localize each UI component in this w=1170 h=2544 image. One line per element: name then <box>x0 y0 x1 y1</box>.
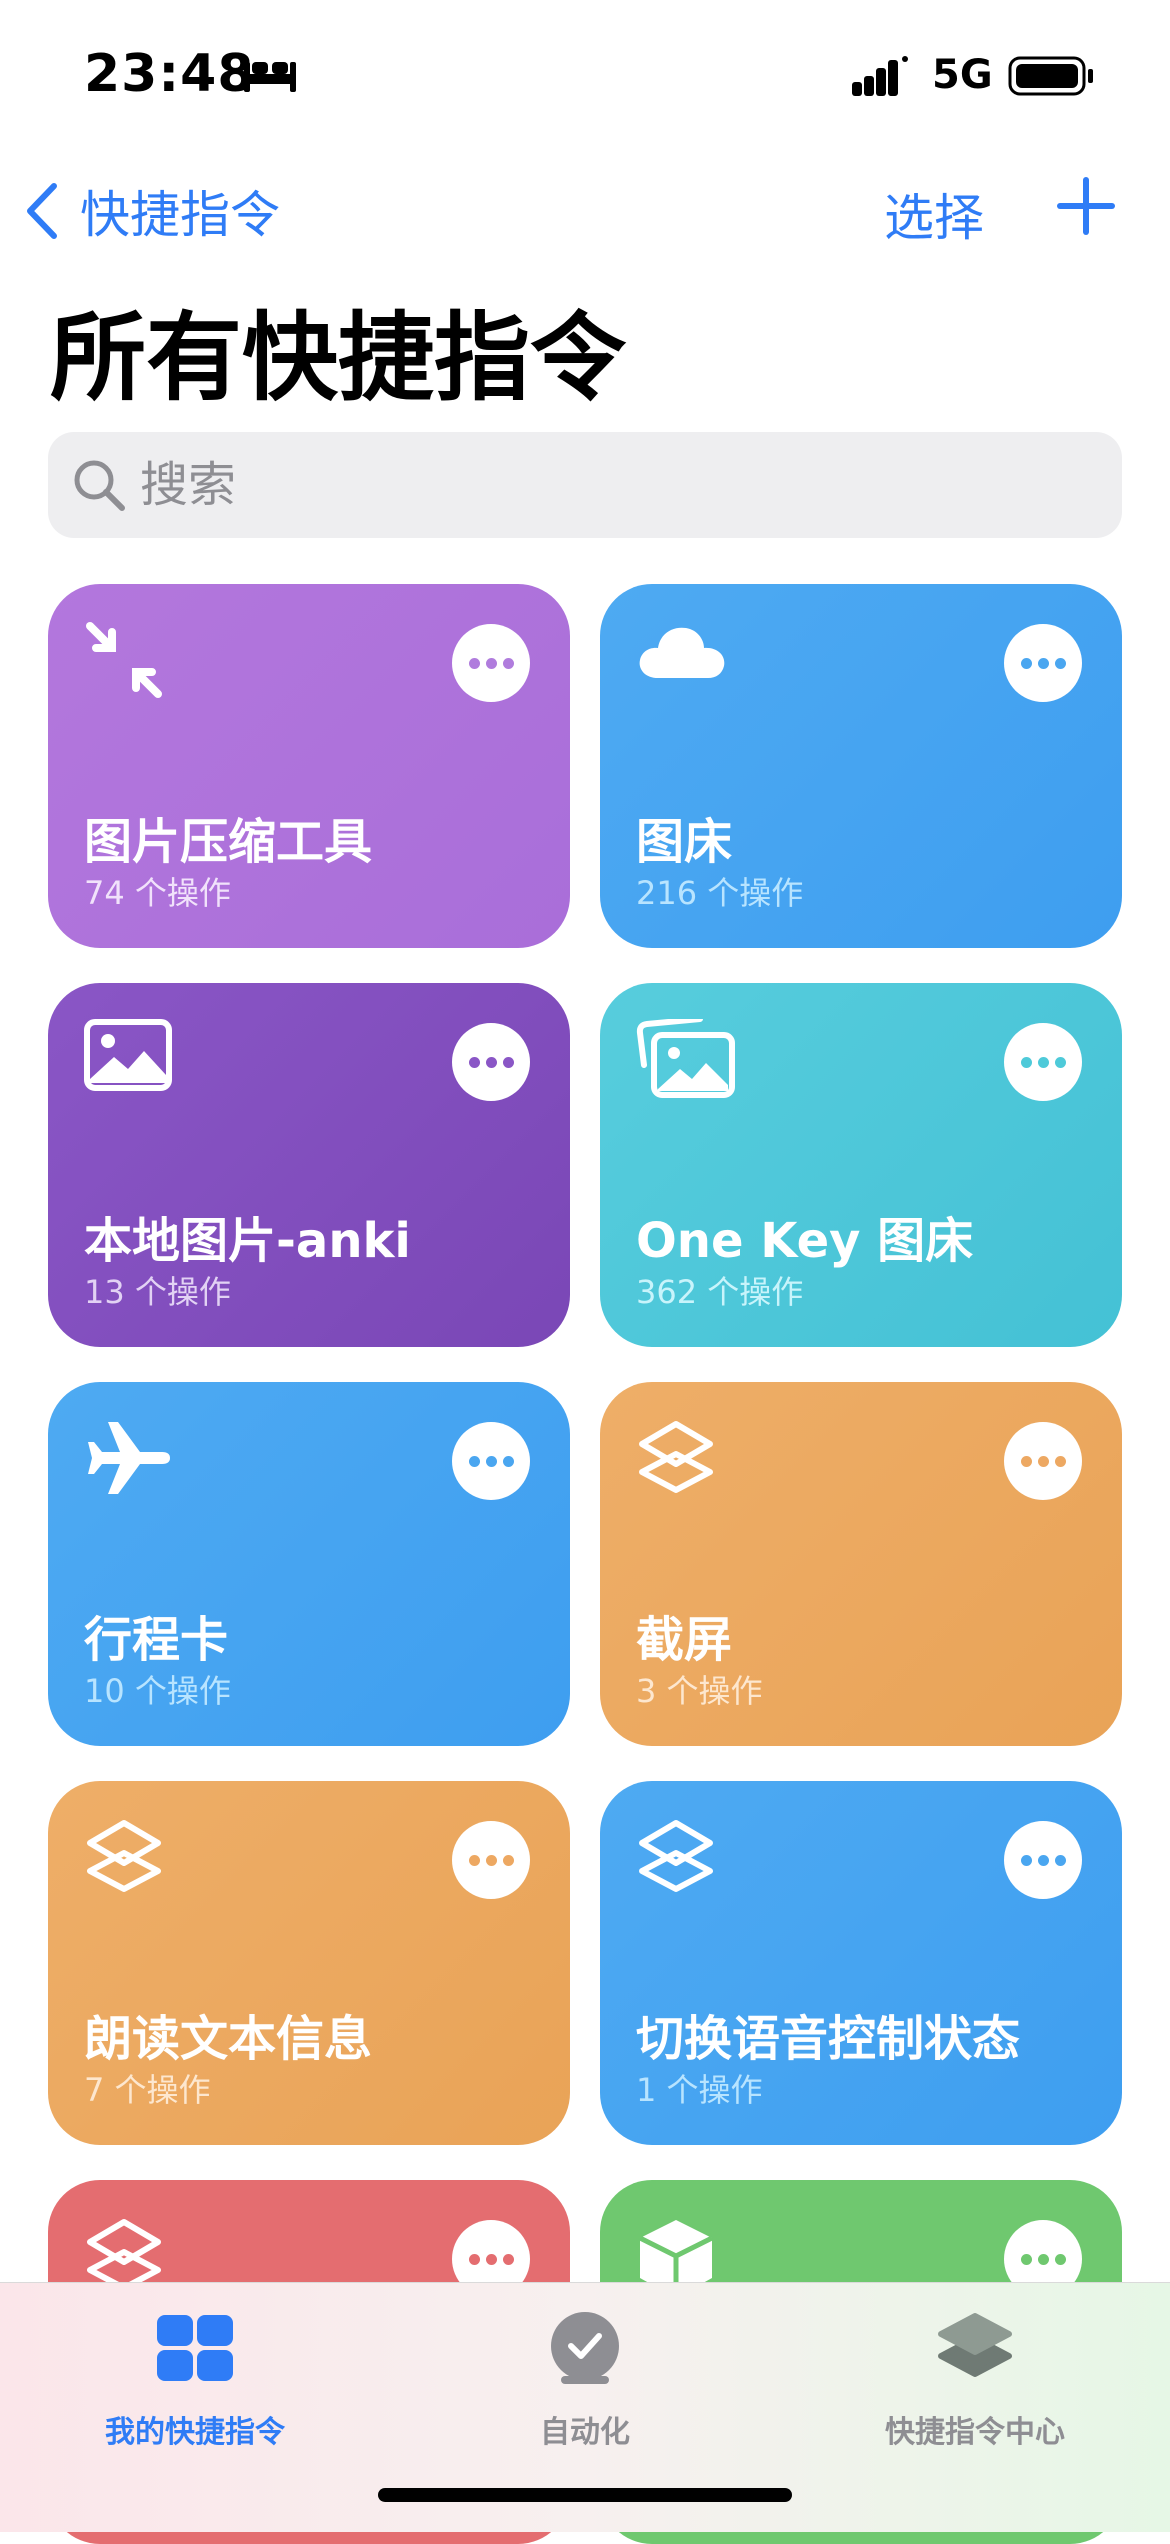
more-options-button[interactable] <box>452 1821 530 1899</box>
shortcut-title: 行程卡 <box>84 1612 229 1668</box>
shortcut-action-count: 362 个操作 <box>636 1273 804 1311</box>
shortcut-action-count: 7 个操作 <box>84 2071 211 2109</box>
status-bar: 23:48 5G <box>0 0 1170 150</box>
airplane-icon <box>84 1418 174 1502</box>
navigation-bar: 快捷指令 选择 <box>0 160 1170 250</box>
layers-icon <box>636 1817 716 1907</box>
shortcut-action-count: 3 个操作 <box>636 1672 763 1710</box>
more-options-button[interactable] <box>452 624 530 702</box>
tab-automation[interactable]: 自动化 <box>390 2303 780 2473</box>
layers-icon <box>938 2313 1012 2377</box>
shortcut-card[interactable]: 截屏 3 个操作 <box>600 1382 1122 1746</box>
shortcut-action-count: 74 个操作 <box>84 874 231 912</box>
status-time: 23:48 <box>84 44 255 104</box>
back-button[interactable]: 快捷指令 <box>24 176 280 246</box>
layers-icon <box>636 1418 716 1508</box>
home-indicator <box>378 2488 792 2502</box>
shortcut-title: 图片压缩工具 <box>84 814 373 870</box>
shortcut-title: 图床 <box>636 814 733 870</box>
network-type-label: 5G <box>932 52 993 98</box>
more-options-button[interactable] <box>452 1023 530 1101</box>
compress-arrows-icon <box>84 620 164 704</box>
shortcut-title: 截屏 <box>636 1612 733 1668</box>
tab-my-shortcuts-label: 我的快捷指令 <box>105 2415 285 2450</box>
select-button[interactable]: 选择 <box>884 178 984 250</box>
shortcut-card[interactable]: 本地图片-anki 13 个操作 <box>48 983 570 1347</box>
back-button-label: 快捷指令 <box>80 186 280 244</box>
more-options-button[interactable] <box>1004 1422 1082 1500</box>
photo-icon <box>84 1019 172 1095</box>
shortcut-title: 朗读文本信息 <box>84 2011 373 2067</box>
shortcut-card[interactable]: 图床 216 个操作 <box>600 584 1122 948</box>
chevron-left-icon <box>27 183 57 239</box>
tab-gallery-label: 快捷指令中心 <box>885 2415 1065 2450</box>
shortcut-card[interactable]: 图片压缩工具 74 个操作 <box>48 584 570 948</box>
battery-icon <box>1008 56 1093 96</box>
shortcut-action-count: 10 个操作 <box>84 1672 231 1710</box>
tab-gallery[interactable]: 快捷指令中心 <box>780 2303 1170 2473</box>
grid-icon <box>157 2315 233 2381</box>
clock-check-icon <box>551 2312 619 2384</box>
more-options-button[interactable] <box>452 1422 530 1500</box>
cloud-icon <box>636 620 728 686</box>
layers-icon <box>84 1817 164 1907</box>
cellular-signal-icon <box>852 56 908 96</box>
more-options-button[interactable] <box>1004 624 1082 702</box>
sleep-bed-icon <box>244 62 296 92</box>
add-shortcut-button[interactable] <box>1056 176 1116 236</box>
shortcut-title: 本地图片-anki <box>84 1213 411 1269</box>
shortcut-action-count: 216 个操作 <box>636 874 804 912</box>
shortcut-action-count: 13 个操作 <box>84 1273 231 1311</box>
search-icon <box>74 460 125 511</box>
more-options-button[interactable] <box>1004 1023 1082 1101</box>
tab-automation-label: 自动化 <box>540 2415 630 2450</box>
page-title: 所有快捷指令 <box>50 302 626 414</box>
shortcut-action-count: 1 个操作 <box>636 2071 763 2109</box>
tab-my-shortcuts[interactable]: 我的快捷指令 <box>0 2303 390 2473</box>
shortcut-card[interactable]: 行程卡 10 个操作 <box>48 1382 570 1746</box>
shortcut-title: 切换语音控制状态 <box>636 2011 1021 2067</box>
shortcut-card[interactable]: One Key 图床 362 个操作 <box>600 983 1122 1347</box>
shortcut-card[interactable]: 切换语音控制状态 1 个操作 <box>600 1781 1122 2145</box>
shortcut-title: One Key 图床 <box>636 1213 974 1269</box>
photos-stack-icon <box>636 1016 736 1103</box>
search-bar[interactable] <box>48 432 1122 538</box>
search-input[interactable] <box>140 454 1040 516</box>
shortcut-card[interactable]: 朗读文本信息 7 个操作 <box>48 1781 570 2145</box>
more-options-button[interactable] <box>1004 1821 1082 1899</box>
